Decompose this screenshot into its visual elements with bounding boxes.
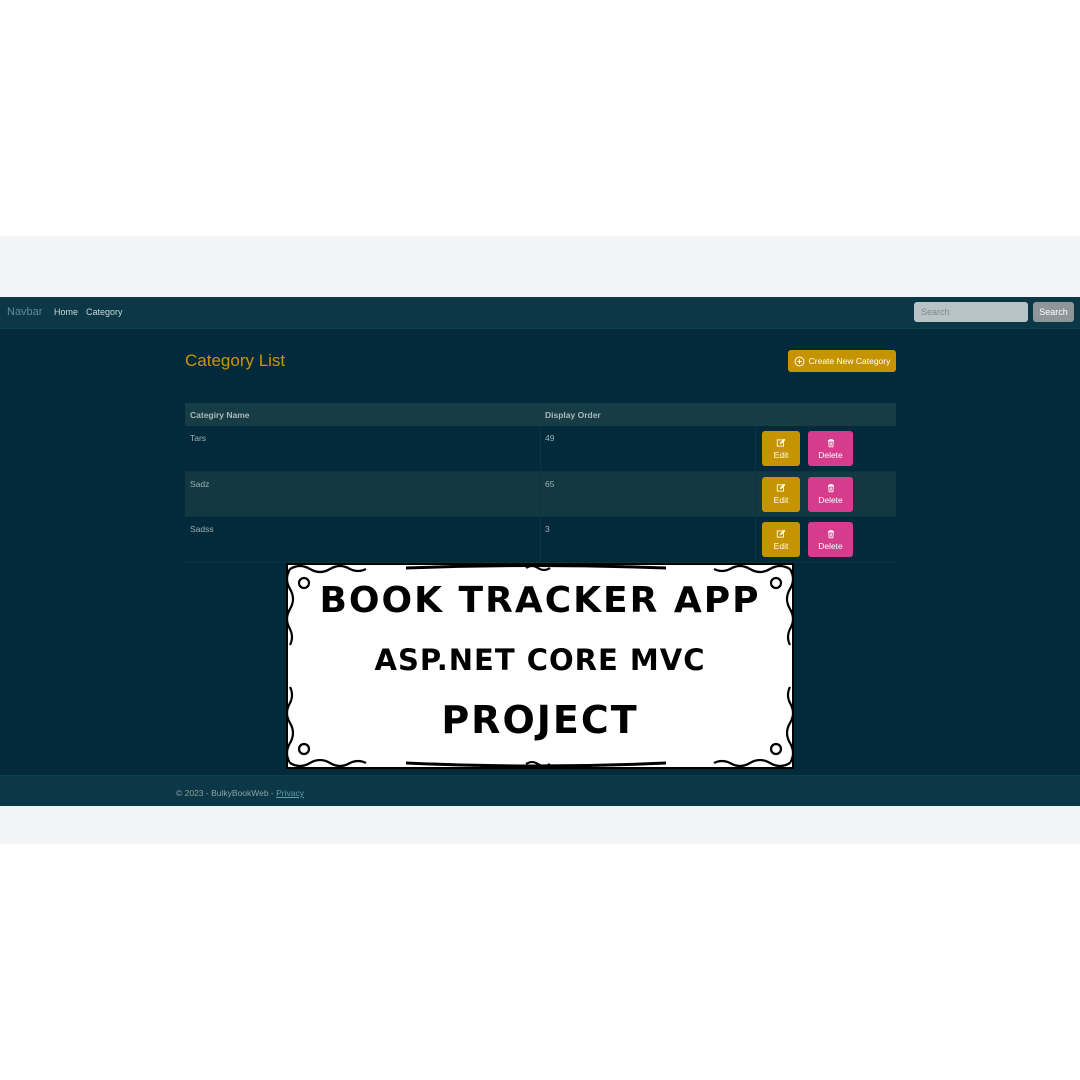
privacy-link[interactable]: Privacy	[276, 788, 304, 798]
footer: © 2023 - BulkyBookWeb - Privacy	[0, 775, 1080, 807]
column-divider	[755, 517, 756, 562]
trash-icon	[827, 438, 834, 447]
bottom-gray-band	[0, 806, 1080, 844]
trash-icon	[827, 484, 834, 493]
delete-button[interactable]: Delete	[808, 476, 853, 512]
banner-project-label: PROJECT	[441, 698, 639, 742]
footer-text: © 2023 - BulkyBookWeb - Privacy	[176, 788, 304, 798]
pencil-square-icon	[776, 438, 786, 447]
edit-label: Edit	[773, 540, 789, 551]
column-divider	[540, 471, 541, 516]
pencil-square-icon	[776, 483, 786, 492]
delete-label: Delete	[818, 540, 843, 551]
create-button-label: Create New Category	[808, 356, 891, 366]
banner-subtitle: ASP.NET CORE MVC	[374, 643, 706, 677]
category-name-cell: Sadz	[190, 478, 210, 489]
edit-button[interactable]: Edit	[762, 431, 800, 466]
category-table: Categiry Name Display Order Tars 49 Edit	[185, 403, 896, 563]
table-row: Sadz 65 Edit Delete	[185, 471, 896, 517]
table-row: Sadss 3 Edit Delete	[185, 517, 896, 563]
navbar-brand[interactable]: Navbar	[7, 306, 42, 318]
delete-label: Delete	[818, 495, 843, 505]
column-divider	[755, 471, 756, 516]
column-header-display-order: Display Order	[545, 410, 601, 420]
delete-label: Delete	[818, 449, 843, 460]
category-name-cell: Sadss	[190, 524, 214, 534]
plus-circle-icon	[794, 356, 805, 366]
display-order-cell: 49	[545, 433, 555, 443]
display-order-cell: 65	[545, 478, 555, 489]
category-name-cell: Tars	[190, 433, 207, 443]
nav-link-home[interactable]: Home	[54, 307, 78, 317]
banner-title: BOOK TRACKER APP	[319, 580, 761, 621]
display-order-cell: 3	[545, 524, 550, 534]
column-divider	[755, 426, 756, 471]
copyright-text: © 2023 - BulkyBookWeb -	[176, 788, 277, 798]
edit-button[interactable]: Edit	[762, 476, 800, 512]
trash-icon	[827, 529, 834, 538]
delete-button[interactable]: Delete	[808, 431, 853, 466]
search-input[interactable]	[914, 302, 1028, 322]
navbar: Navbar Home Category Search	[0, 297, 1080, 329]
nav-link-category[interactable]: Category	[86, 307, 123, 317]
edit-button[interactable]: Edit	[762, 522, 800, 557]
top-gray-band	[0, 236, 1080, 297]
pencil-square-icon	[776, 529, 786, 538]
column-divider	[540, 517, 541, 562]
column-divider	[540, 426, 541, 471]
edit-label: Edit	[773, 495, 789, 505]
search-button[interactable]: Search	[1033, 302, 1074, 322]
delete-button[interactable]: Delete	[808, 522, 853, 557]
table-row: Tars 49 Edit Delete	[185, 426, 896, 472]
create-category-button[interactable]: Create New Category	[788, 350, 896, 372]
table-header: Categiry Name Display Order	[185, 403, 896, 426]
title-banner: BOOK TRACKER APP ASP.NET CORE MVC PROJEC…	[286, 563, 794, 769]
column-header-name: Categiry Name	[190, 410, 250, 420]
page-title: Category List	[185, 351, 286, 370]
edit-label: Edit	[773, 449, 789, 460]
